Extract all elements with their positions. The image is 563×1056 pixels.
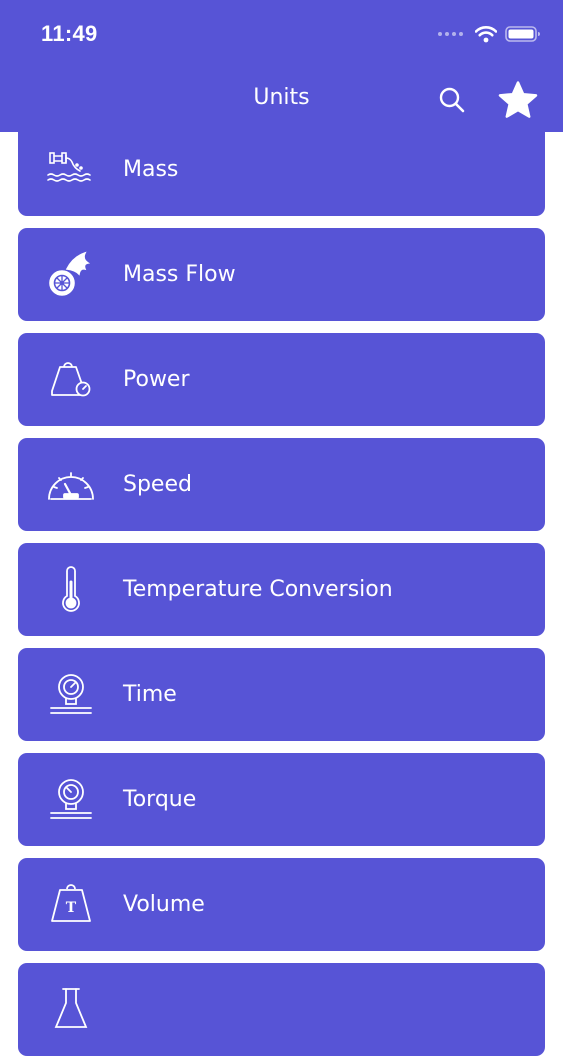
- pressure-gauge-icon: [50, 674, 92, 714]
- category-label: Time: [123, 682, 177, 707]
- signal-icon: [438, 32, 463, 36]
- category-row-mass[interactable]: Mass: [18, 123, 545, 216]
- status-bar: 11:49: [0, 0, 563, 66]
- flaming-wheel-icon: [49, 251, 91, 296]
- category-label: Torque: [123, 787, 197, 812]
- speedometer-icon: [48, 472, 94, 500]
- nav-bar: Units: [0, 66, 563, 132]
- category-label: Power: [123, 367, 190, 392]
- torque-gauge-icon: [50, 779, 92, 819]
- category-row-power[interactable]: Power: [18, 333, 545, 426]
- category-list: Mass Mass Flow Power Speed Temperature C…: [0, 0, 563, 1056]
- water-pipe-icon: [47, 152, 91, 182]
- category-row-speed[interactable]: Speed: [18, 438, 545, 531]
- star-icon[interactable]: [497, 80, 539, 120]
- category-label: Speed: [123, 472, 192, 497]
- flask-icon: [54, 988, 88, 1028]
- category-row-volume[interactable]: T Volume: [18, 858, 545, 951]
- category-label: Temperature Conversion: [123, 577, 393, 602]
- category-label: Mass Flow: [123, 262, 236, 287]
- battery-icon: [505, 26, 540, 42]
- category-label: Mass: [123, 157, 179, 182]
- category-row-torque[interactable]: Torque: [18, 753, 545, 846]
- t-weight-icon: T: [51, 884, 91, 922]
- category-row-mass-flow[interactable]: Mass Flow: [18, 228, 545, 321]
- status-time: 11:49: [41, 21, 98, 46]
- page-title: Units: [253, 85, 310, 110]
- thermometer-icon: [62, 566, 80, 612]
- search-icon[interactable]: [438, 86, 466, 114]
- wifi-icon: [475, 26, 497, 43]
- status-icons: [438, 24, 541, 44]
- category-row-time[interactable]: Time: [18, 648, 545, 741]
- category-label: Volume: [123, 892, 205, 917]
- svg-text:T: T: [66, 900, 77, 916]
- category-row-temperature-conversion[interactable]: Temperature Conversion: [18, 543, 545, 636]
- category-row-partial[interactable]: [18, 963, 545, 1056]
- weight-gauge-icon: [51, 362, 91, 397]
